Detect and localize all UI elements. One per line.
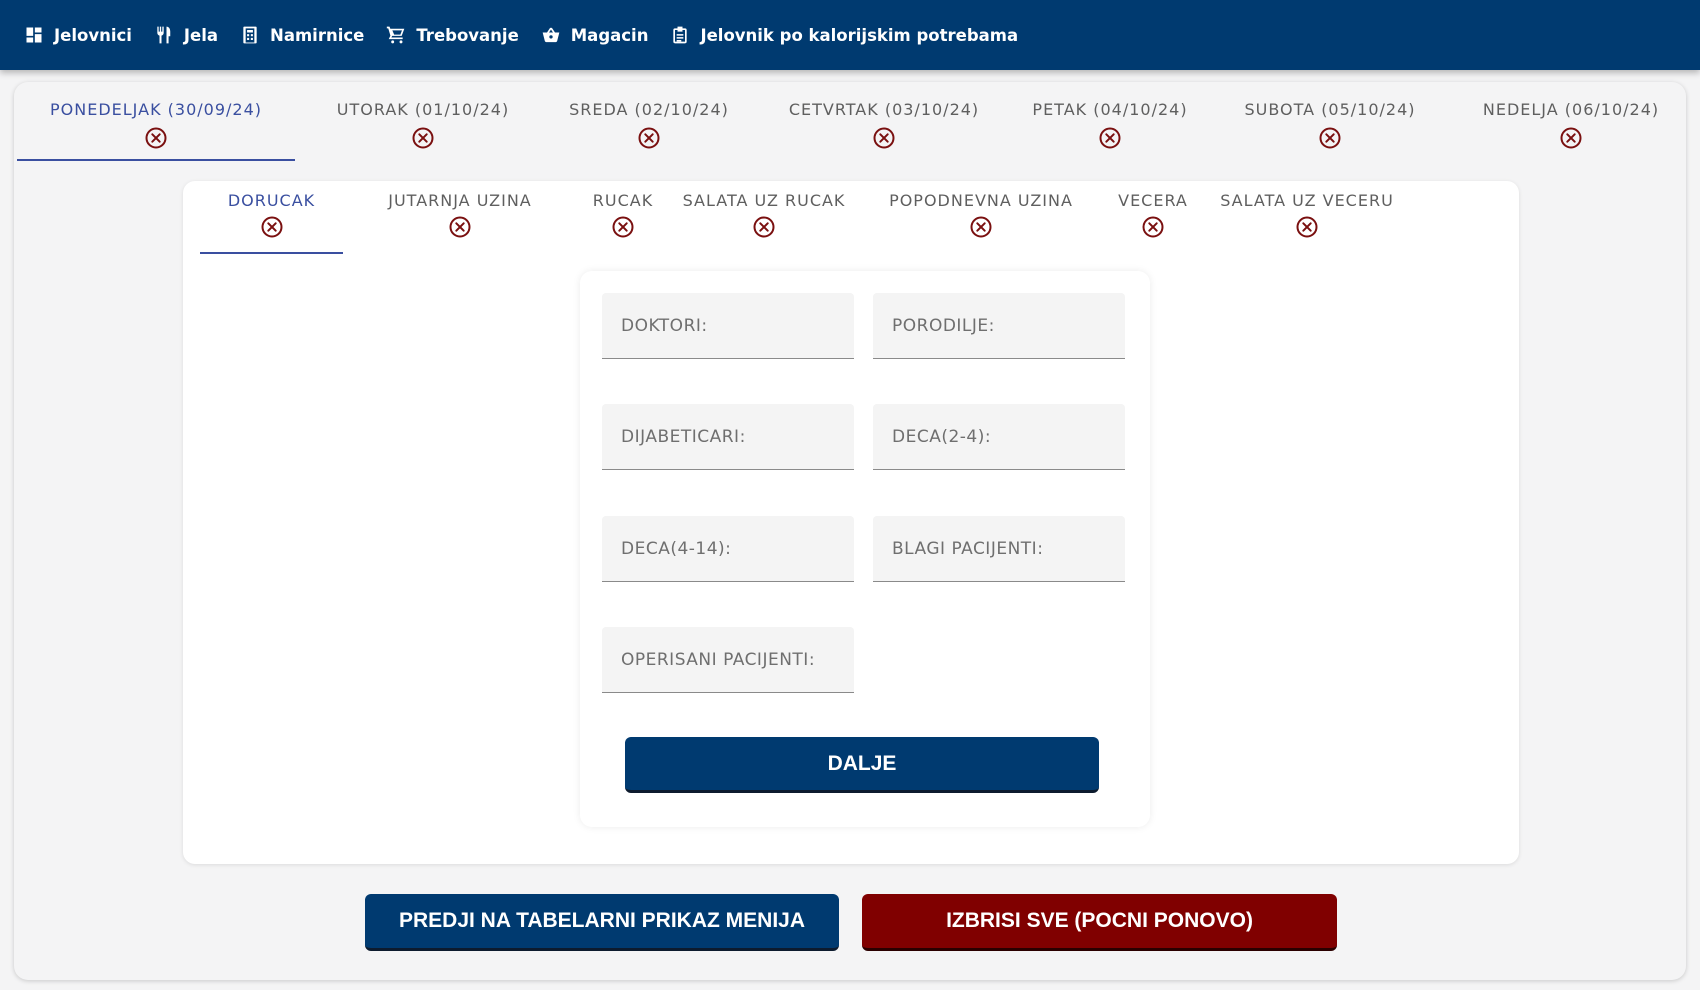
tab-label: CETVRTAK (03/10/24) [788,100,980,119]
tab-day-subota[interactable]: SUBOTA (05/10/24) [1228,100,1432,162]
blagi-pacijenti-field[interactable] [873,516,1125,582]
tab-day-nedelja[interactable]: NEDELJA (06/10/24) [1463,100,1679,162]
remove-circle-icon[interactable] [1295,215,1319,239]
tab-meal-salata-uz-rucak[interactable]: SALATA UZ RUCAK [674,191,854,239]
nav-item-jelovnici[interactable]: Jelovnici [24,25,132,45]
remove-circle-icon[interactable] [611,215,635,239]
tab-label: UTORAK (01/10/24) [336,100,510,119]
tab-label: DORUCAK [227,191,316,210]
next-button[interactable]: DALJE [625,737,1099,793]
tab-meal-vecera[interactable]: VECERA [1101,191,1205,239]
tab-day-sreda[interactable]: SREDA (02/10/24) [553,100,745,162]
tab-label: PETAK (04/10/24) [1032,100,1188,119]
tab-label: SUBOTA (05/10/24) [1244,100,1416,119]
cart-icon [387,26,405,44]
nav-label: Magacin [570,25,649,45]
tab-meal-salata-uz-veceru[interactable]: SALATA UZ VECERU [1207,191,1407,239]
porodilje-field[interactable] [873,293,1125,359]
operisani-pacijenti-input[interactable] [602,627,854,692]
remove-circle-icon[interactable] [1098,126,1122,150]
remove-circle-icon[interactable] [260,215,284,239]
tab-day-utorak[interactable]: UTORAK (01/10/24) [323,100,523,162]
remove-circle-icon[interactable] [1141,215,1165,239]
tab-meal-jutarnja-uzina[interactable]: JUTARNJA UZINA [366,191,554,239]
remove-circle-icon[interactable] [969,215,993,239]
tab-label: SREDA (02/10/24) [569,100,729,119]
tab-label: NEDELJA (06/10/24) [1482,100,1660,119]
fork-knife-icon [157,26,171,44]
nav-label: Jelovnici [54,25,132,45]
remove-circle-icon[interactable] [872,126,896,150]
meal-card: DORUCAK JUTARNJA UZINA RUCAK SALATA UZ R… [183,181,1519,864]
calculator-icon [243,26,257,44]
remove-circle-icon[interactable] [411,126,435,150]
tab-day-petak[interactable]: PETAK (04/10/24) [1014,100,1206,162]
dijabeticari-field[interactable] [602,404,854,470]
tab-day-cetvrtak[interactable]: CETVRTAK (03/10/24) [769,100,999,162]
delete-all-button[interactable]: IZBRISI SVE (POCNI PONOVO) [862,894,1337,951]
nav-item-trebovanje[interactable]: Trebovanje [386,25,519,45]
clipboard-icon [673,26,688,44]
remove-circle-icon[interactable] [144,126,168,150]
active-day-indicator [17,159,295,161]
menu-editor-card: PONEDELJAK (30/09/24) UTORAK (01/10/24) … [14,82,1686,980]
tab-label: RUCAK [592,191,654,210]
deca-4-14-input[interactable] [602,516,854,581]
tab-meal-popodnevna-uzina[interactable]: POPODNEVNA UZINA [873,191,1089,239]
tab-label: JUTARNJA UZINA [388,191,532,210]
tab-day-ponedeljak[interactable]: PONEDELJAK (30/09/24) [17,100,295,162]
blagi-pacijenti-input[interactable] [873,516,1125,581]
deca-2-4-field[interactable] [873,404,1125,470]
active-meal-indicator [200,252,343,254]
dijabeticari-input[interactable] [602,404,854,469]
tab-label: SALATA UZ RUCAK [682,191,846,210]
basket-icon [542,27,560,43]
nav-item-namirnice[interactable]: Namirnice [240,25,364,45]
tab-meal-rucak[interactable]: RUCAK [575,191,671,239]
tab-label: SALATA UZ VECERU [1220,191,1394,210]
tab-label: POPODNEVNA UZINA [889,191,1073,210]
remove-circle-icon[interactable] [752,215,776,239]
dashboard-icon [26,27,42,43]
nav-label: Namirnice [270,25,365,45]
nav-item-magacin[interactable]: Magacin [541,25,649,45]
nav-label: Trebovanje [416,25,519,45]
doktori-field[interactable] [602,293,854,359]
deca-4-14-field[interactable] [602,516,854,582]
porodilje-input[interactable] [873,293,1125,358]
remove-circle-icon[interactable] [448,215,472,239]
nav-item-jela[interactable]: Jela [154,25,218,45]
patient-count-form: DALJE [580,271,1150,827]
remove-circle-icon[interactable] [637,126,661,150]
nav-label: Jela [183,25,219,45]
tab-label: VECERA [1118,191,1188,210]
operisani-pacijenti-field[interactable] [602,627,854,693]
nav-item-jelovnik-kalorije[interactable]: Jelovnik po kalorijskim potrebama [670,25,1018,45]
remove-circle-icon[interactable] [1318,126,1342,150]
doktori-input[interactable] [602,293,854,358]
table-view-button[interactable]: PREDJI NA TABELARNI PRIKAZ MENIJA [365,894,839,951]
nav-label: Jelovnik po kalorijskim potrebama [700,25,1019,45]
remove-circle-icon[interactable] [1559,126,1583,150]
tab-label: PONEDELJAK (30/09/24) [50,100,262,119]
tab-meal-dorucak[interactable]: DORUCAK [200,191,343,239]
deca-2-4-input[interactable] [873,404,1125,469]
top-navbar: Jelovnici Jela Namirnice Trebovanje Maga… [0,0,1700,70]
